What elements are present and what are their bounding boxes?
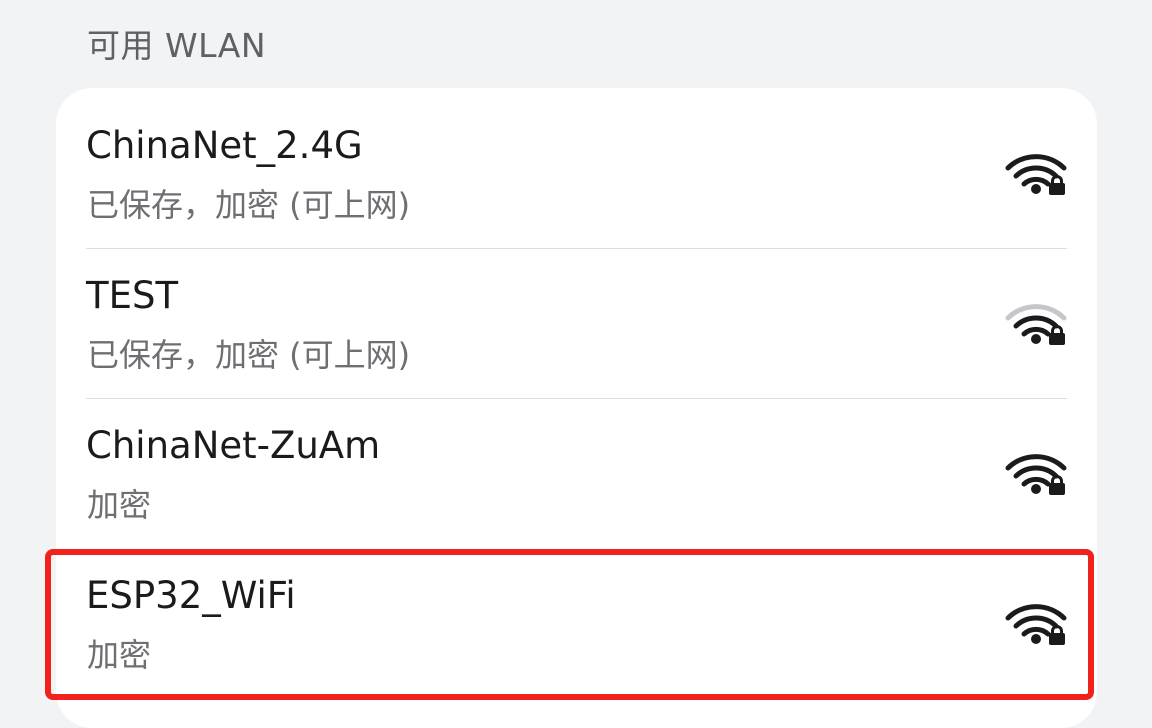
network-status: 加密 (87, 636, 152, 674)
network-item-chinanet-zuam[interactable]: ChinaNet-ZuAm 加密 (56, 388, 1097, 538)
network-ssid: ChinaNet-ZuAm (86, 424, 381, 467)
wifi-lock-icon (1005, 154, 1067, 195)
network-status: 加密 (87, 486, 152, 524)
wifi-lock-icon (1005, 454, 1067, 495)
network-item-esp32-wifi[interactable]: ESP32_WiFi 加密 (56, 538, 1097, 688)
wifi-lock-icon (1005, 304, 1067, 345)
section-title: 可用 WLAN (87, 26, 267, 65)
network-status: 已保存，加密 (可上网) (87, 186, 411, 224)
network-ssid: TEST (86, 274, 179, 317)
wlan-list-card: ChinaNet_2.4G 已保存，加密 (可上网) TEST 已保存，加密 (… (56, 88, 1097, 728)
network-ssid: ESP32_WiFi (86, 574, 296, 617)
network-ssid: ChinaNet_2.4G (86, 124, 363, 167)
network-item-test[interactable]: TEST 已保存，加密 (可上网) (56, 238, 1097, 388)
network-status: 已保存，加密 (可上网) (87, 336, 411, 374)
wifi-lock-icon (1005, 604, 1067, 645)
network-item-chinanet-2-4g[interactable]: ChinaNet_2.4G 已保存，加密 (可上网) (56, 88, 1097, 238)
